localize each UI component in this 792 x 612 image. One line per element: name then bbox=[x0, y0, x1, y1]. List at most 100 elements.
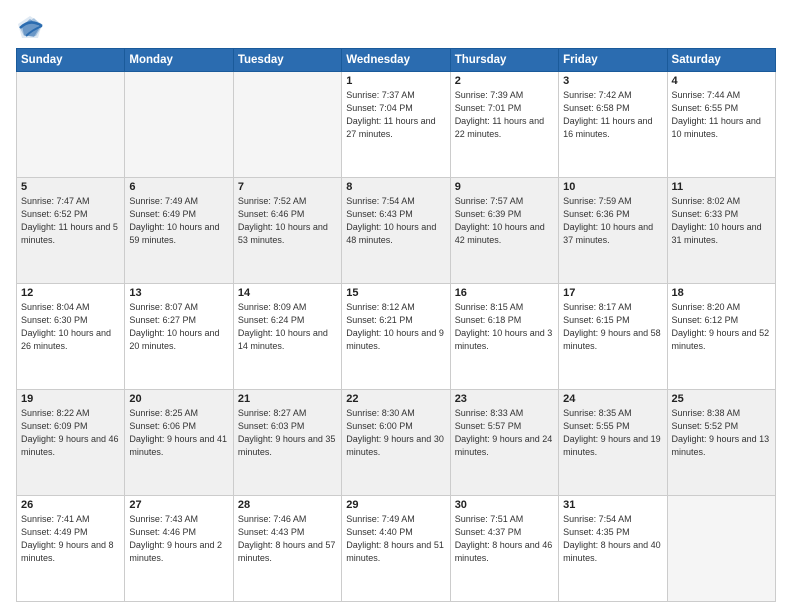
calendar-week-row: 12 Sunrise: 8:04 AMSunset: 6:30 PMDayligh… bbox=[17, 284, 776, 390]
day-info: Sunrise: 8:02 AMSunset: 6:33 PMDaylight:… bbox=[672, 195, 771, 247]
day-info: Sunrise: 8:09 AMSunset: 6:24 PMDaylight:… bbox=[238, 301, 337, 353]
day-info: Sunrise: 7:49 AMSunset: 4:40 PMDaylight:… bbox=[346, 513, 445, 565]
day-info: Sunrise: 7:46 AMSunset: 4:43 PMDaylight:… bbox=[238, 513, 337, 565]
calendar-day-cell: 16Sunrise: 8:15 AMSunset: 6:18 PMDayligh… bbox=[450, 284, 558, 390]
calendar-day-cell: 15 Sunrise: 8:12 AMSunset: 6:21 PMDayligh… bbox=[342, 284, 450, 390]
day-number: 14 bbox=[238, 287, 337, 299]
day-info: Sunrise: 8:27 AMSunset: 6:03 PMDaylight:… bbox=[238, 407, 337, 459]
day-info: Sunrise: 8:25 AMSunset: 6:06 PMDaylight:… bbox=[129, 407, 228, 459]
calendar-day-cell: 25 Sunrise: 8:38 AMSunset: 5:52 PMDayligh… bbox=[667, 390, 775, 496]
calendar-day-cell: 17 Sunrise: 8:17 AMSunset: 6:15 PMDayligh… bbox=[559, 284, 667, 390]
calendar-day-cell: 5Sunrise: 7:47 AMSunset: 6:52 PMDaylight… bbox=[17, 178, 125, 284]
calendar-day-cell: 18Sunrise: 8:20 AMSunset: 6:12 PMDayligh… bbox=[667, 284, 775, 390]
calendar-table: SundayMondayTuesdayWednesdayThursdayFrid… bbox=[16, 48, 776, 602]
day-number: 17 bbox=[563, 287, 662, 299]
calendar-week-row: 19 Sunrise: 8:22 AMSunset: 6:09 PMDayligh… bbox=[17, 390, 776, 496]
calendar-header-monday: Monday bbox=[125, 49, 233, 72]
day-info: Sunrise: 7:52 AMSunset: 6:46 PMDaylight:… bbox=[238, 195, 337, 247]
calendar-day-cell bbox=[667, 496, 775, 602]
calendar-day-cell: 13 Sunrise: 8:07 AMSunset: 6:27 PMDayligh… bbox=[125, 284, 233, 390]
day-number: 22 bbox=[346, 393, 445, 405]
calendar-day-cell: 1 Sunrise: 7:37 AMSunset: 7:04 PMDaylight… bbox=[342, 72, 450, 178]
day-number: 29 bbox=[346, 499, 445, 511]
calendar-header-wednesday: Wednesday bbox=[342, 49, 450, 72]
day-info: Sunrise: 8:12 AMSunset: 6:21 PMDaylight:… bbox=[346, 301, 445, 353]
day-number: 4 bbox=[672, 75, 771, 87]
calendar-day-cell: 20 Sunrise: 8:25 AMSunset: 6:06 PMDayligh… bbox=[125, 390, 233, 496]
calendar-header-friday: Friday bbox=[559, 49, 667, 72]
day-number: 20 bbox=[129, 393, 228, 405]
day-info: Sunrise: 8:38 AMSunset: 5:52 PMDaylight:… bbox=[672, 407, 771, 459]
day-number: 27 bbox=[129, 499, 228, 511]
calendar-header-saturday: Saturday bbox=[667, 49, 775, 72]
day-info: Sunrise: 7:37 AMSunset: 7:04 PMDaylight:… bbox=[346, 89, 445, 141]
day-info: Sunrise: 8:04 AMSunset: 6:30 PMDaylight:… bbox=[21, 301, 120, 353]
day-number: 18 bbox=[672, 287, 771, 299]
calendar-week-row: 1 Sunrise: 7:37 AMSunset: 7:04 PMDaylight… bbox=[17, 72, 776, 178]
calendar-day-cell: 23 Sunrise: 8:33 AMSunset: 5:57 PMDayligh… bbox=[450, 390, 558, 496]
day-info: Sunrise: 7:59 AMSunset: 6:36 PMDaylight:… bbox=[563, 195, 662, 247]
day-number: 31 bbox=[563, 499, 662, 511]
logo bbox=[16, 14, 47, 42]
calendar-day-cell: 8Sunrise: 7:54 AMSunset: 6:43 PMDaylight… bbox=[342, 178, 450, 284]
day-number: 12 bbox=[21, 287, 120, 299]
calendar-day-cell: 27 Sunrise: 7:43 AMSunset: 4:46 PMDayligh… bbox=[125, 496, 233, 602]
page: SundayMondayTuesdayWednesdayThursdayFrid… bbox=[0, 0, 792, 612]
day-number: 10 bbox=[563, 181, 662, 193]
day-number: 3 bbox=[563, 75, 662, 87]
day-number: 28 bbox=[238, 499, 337, 511]
calendar-day-cell: 30Sunrise: 7:51 AMSunset: 4:37 PMDayligh… bbox=[450, 496, 558, 602]
day-info: Sunrise: 8:22 AMSunset: 6:09 PMDaylight:… bbox=[21, 407, 120, 459]
calendar-day-cell: 26 Sunrise: 7:41 AMSunset: 4:49 PMDayligh… bbox=[17, 496, 125, 602]
day-number: 30 bbox=[455, 499, 554, 511]
day-number: 7 bbox=[238, 181, 337, 193]
day-number: 26 bbox=[21, 499, 120, 511]
day-info: Sunrise: 8:33 AMSunset: 5:57 PMDaylight:… bbox=[455, 407, 554, 459]
calendar-week-row: 5Sunrise: 7:47 AMSunset: 6:52 PMDaylight… bbox=[17, 178, 776, 284]
calendar-day-cell: 22 Sunrise: 8:30 AMSunset: 6:00 PMDayligh… bbox=[342, 390, 450, 496]
calendar-day-cell: 31 Sunrise: 7:54 AMSunset: 4:35 PMDayligh… bbox=[559, 496, 667, 602]
day-number: 6 bbox=[129, 181, 228, 193]
calendar-header-tuesday: Tuesday bbox=[233, 49, 341, 72]
calendar-day-cell: 19 Sunrise: 8:22 AMSunset: 6:09 PMDayligh… bbox=[17, 390, 125, 496]
calendar-day-cell: 4 Sunrise: 7:44 AMSunset: 6:55 PMDaylight… bbox=[667, 72, 775, 178]
calendar-day-cell: 24Sunrise: 8:35 AMSunset: 5:55 PMDayligh… bbox=[559, 390, 667, 496]
calendar-week-row: 26 Sunrise: 7:41 AMSunset: 4:49 PMDayligh… bbox=[17, 496, 776, 602]
day-info: Sunrise: 7:42 AMSunset: 6:58 PMDaylight:… bbox=[563, 89, 662, 141]
day-number: 15 bbox=[346, 287, 445, 299]
day-info: Sunrise: 8:15 AMSunset: 6:18 PMDaylight:… bbox=[455, 301, 554, 353]
calendar-day-cell bbox=[17, 72, 125, 178]
day-info: Sunrise: 8:17 AMSunset: 6:15 PMDaylight:… bbox=[563, 301, 662, 353]
day-info: Sunrise: 7:57 AMSunset: 6:39 PMDaylight:… bbox=[455, 195, 554, 247]
day-info: Sunrise: 7:39 AMSunset: 7:01 PMDaylight:… bbox=[455, 89, 554, 141]
day-info: Sunrise: 7:49 AMSunset: 6:49 PMDaylight:… bbox=[129, 195, 228, 247]
day-info: Sunrise: 7:43 AMSunset: 4:46 PMDaylight:… bbox=[129, 513, 228, 565]
calendar-header-sunday: Sunday bbox=[17, 49, 125, 72]
day-info: Sunrise: 7:44 AMSunset: 6:55 PMDaylight:… bbox=[672, 89, 771, 141]
calendar-day-cell: 12 Sunrise: 8:04 AMSunset: 6:30 PMDayligh… bbox=[17, 284, 125, 390]
calendar-day-cell: 6 Sunrise: 7:49 AMSunset: 6:49 PMDaylight… bbox=[125, 178, 233, 284]
day-info: Sunrise: 8:30 AMSunset: 6:00 PMDaylight:… bbox=[346, 407, 445, 459]
calendar-day-cell: 9Sunrise: 7:57 AMSunset: 6:39 PMDaylight… bbox=[450, 178, 558, 284]
calendar-day-cell: 3 Sunrise: 7:42 AMSunset: 6:58 PMDaylight… bbox=[559, 72, 667, 178]
day-number: 8 bbox=[346, 181, 445, 193]
logo-icon bbox=[16, 14, 44, 42]
day-info: Sunrise: 7:54 AMSunset: 4:35 PMDaylight:… bbox=[563, 513, 662, 565]
calendar-day-cell: 29 Sunrise: 7:49 AMSunset: 4:40 PMDayligh… bbox=[342, 496, 450, 602]
calendar-day-cell: 21Sunrise: 8:27 AMSunset: 6:03 PMDayligh… bbox=[233, 390, 341, 496]
day-number: 25 bbox=[672, 393, 771, 405]
calendar-header-row: SundayMondayTuesdayWednesdayThursdayFrid… bbox=[17, 49, 776, 72]
day-number: 13 bbox=[129, 287, 228, 299]
day-number: 1 bbox=[346, 75, 445, 87]
header bbox=[16, 12, 776, 42]
calendar-day-cell: 14 Sunrise: 8:09 AMSunset: 6:24 PMDayligh… bbox=[233, 284, 341, 390]
day-number: 24 bbox=[563, 393, 662, 405]
calendar-header-thursday: Thursday bbox=[450, 49, 558, 72]
calendar-day-cell bbox=[125, 72, 233, 178]
day-number: 23 bbox=[455, 393, 554, 405]
day-info: Sunrise: 8:07 AMSunset: 6:27 PMDaylight:… bbox=[129, 301, 228, 353]
day-number: 19 bbox=[21, 393, 120, 405]
day-info: Sunrise: 7:41 AMSunset: 4:49 PMDaylight:… bbox=[21, 513, 120, 565]
calendar-day-cell: 10 Sunrise: 7:59 AMSunset: 6:36 PMDayligh… bbox=[559, 178, 667, 284]
calendar-day-cell: 28 Sunrise: 7:46 AMSunset: 4:43 PMDayligh… bbox=[233, 496, 341, 602]
